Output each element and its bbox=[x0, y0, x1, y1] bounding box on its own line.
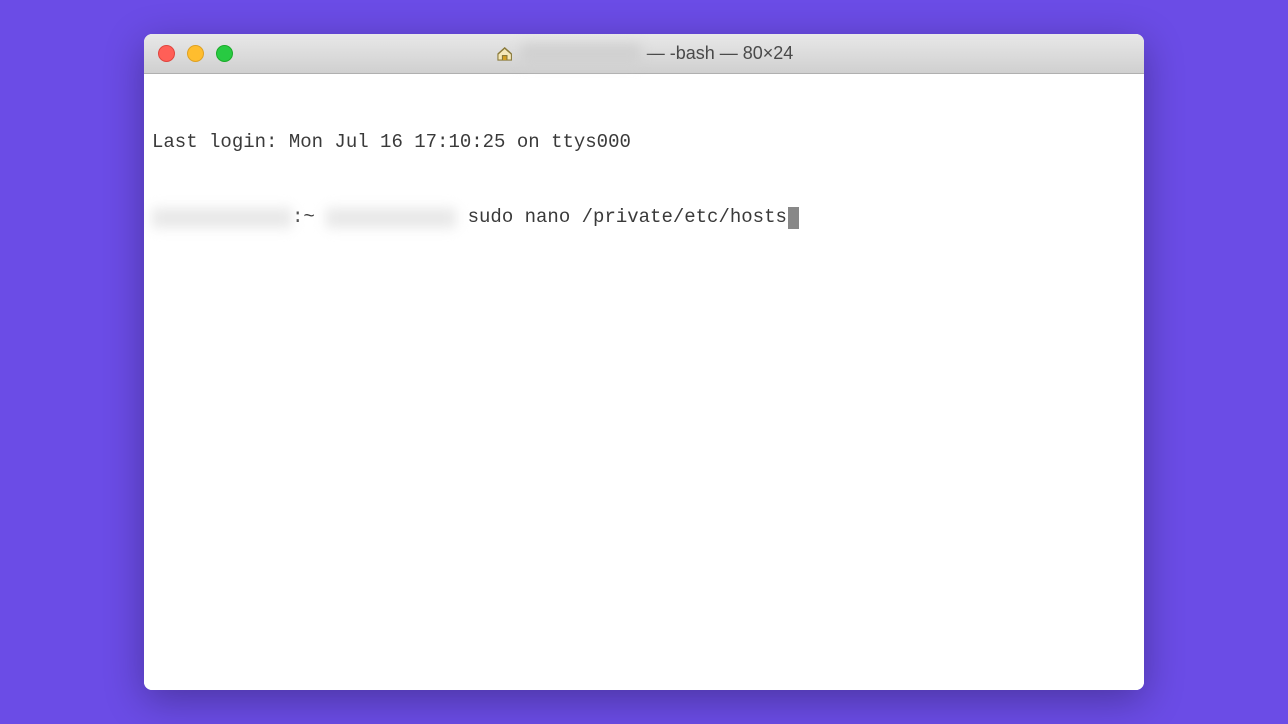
redacted-username bbox=[326, 208, 456, 228]
command-text: sudo nano /private/etc/hosts bbox=[456, 205, 787, 230]
redacted-hostname bbox=[152, 208, 292, 228]
window-title-text: — -bash — 80×24 bbox=[647, 43, 794, 64]
prompt-text: :~ bbox=[292, 205, 326, 230]
traffic-lights bbox=[158, 45, 233, 62]
terminal-content[interactable]: Last login: Mon Jul 16 17:10:25 on ttys0… bbox=[144, 74, 1144, 690]
redacted-title-segment bbox=[521, 44, 641, 64]
window-title: — -bash — 80×24 bbox=[495, 43, 794, 64]
terminal-line-login: Last login: Mon Jul 16 17:10:25 on ttys0… bbox=[152, 130, 1136, 155]
minimize-button[interactable] bbox=[187, 45, 204, 62]
cursor bbox=[788, 207, 799, 229]
maximize-button[interactable] bbox=[216, 45, 233, 62]
window-title-bar: — -bash — 80×24 bbox=[144, 34, 1144, 74]
terminal-line-prompt: :~ sudo nano /private/etc/hosts bbox=[152, 205, 1136, 230]
close-button[interactable] bbox=[158, 45, 175, 62]
last-login-text: Last login: Mon Jul 16 17:10:25 on ttys0… bbox=[152, 130, 631, 155]
terminal-window: — -bash — 80×24 Last login: Mon Jul 16 1… bbox=[144, 34, 1144, 690]
home-icon bbox=[495, 44, 515, 64]
